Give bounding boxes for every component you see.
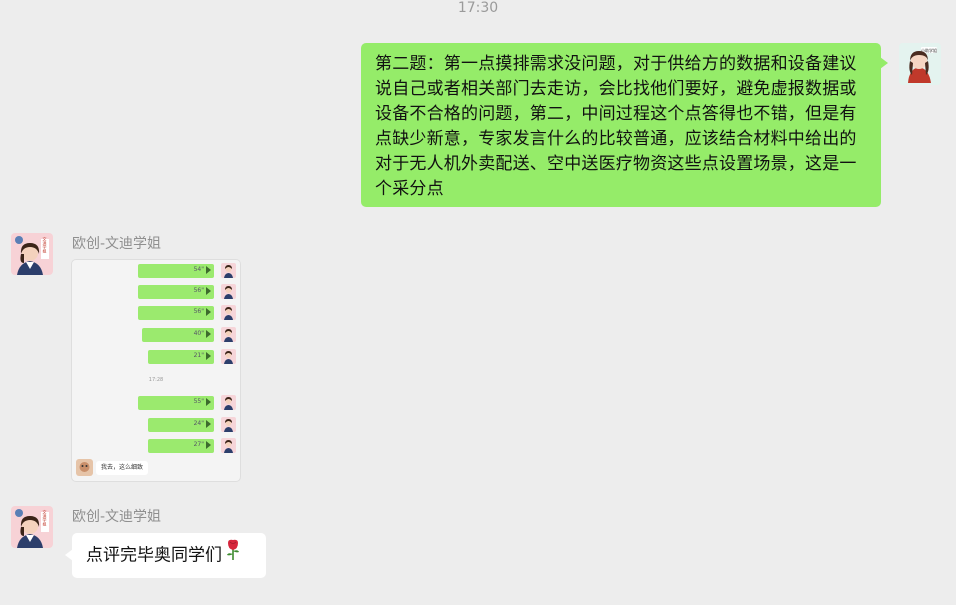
voice-duration: 56"	[193, 308, 204, 315]
mini-avatar-icon	[221, 417, 236, 432]
voice-wave-icon	[206, 352, 211, 360]
inner-timestamp: 17:28	[148, 377, 164, 383]
voice-message: 55"	[72, 395, 240, 411]
voice-wave-icon	[206, 420, 211, 428]
voice-message: 27"	[72, 438, 240, 454]
sender-avatar-label: 文迪学姐	[43, 509, 48, 527]
incoming-message-bubble[interactable]: 点评完毕奥同学们	[65, 533, 266, 578]
voice-wave-icon	[206, 398, 211, 406]
my-avatar[interactable]: 小助学姐	[899, 43, 941, 85]
girl-avatar-icon: 小助学姐	[899, 43, 941, 85]
voice-wave-icon	[206, 441, 211, 449]
voice-message: 24"	[72, 417, 240, 433]
mini-avatar-icon	[221, 438, 236, 453]
rose-emoji-icon	[224, 533, 242, 578]
voice-message: 21"	[72, 349, 240, 365]
mini-avatar-icon	[221, 327, 236, 342]
teacher-avatar-icon: 文迪学姐	[11, 506, 53, 548]
voice-duration: 54"	[193, 266, 204, 273]
voice-wave-icon	[206, 308, 211, 316]
incoming-message-text: 点评完毕奥同学们	[86, 545, 222, 566]
voice-message: 40"	[72, 327, 240, 343]
voice-wave-icon	[206, 330, 211, 338]
voice-duration: 56"	[193, 287, 204, 294]
outgoing-message-bubble[interactable]: 第二题：第一点摸排需求没问题，对于供给方的数据和设备建议说自己或者相关部门去走访…	[361, 43, 888, 207]
mini-avatar-icon	[221, 305, 236, 320]
teacher-avatar-icon: 文迪学姐	[11, 233, 53, 275]
voice-wave-icon	[206, 266, 211, 274]
mini-user-avatar-icon	[76, 459, 93, 476]
voice-duration: 21"	[193, 352, 204, 359]
voice-duration: 24"	[193, 420, 204, 427]
sender-avatar[interactable]: 文迪学姐	[11, 506, 53, 548]
mini-avatar-icon	[221, 349, 236, 364]
voice-message: 56"	[72, 305, 240, 321]
mini-avatar-icon	[221, 395, 236, 410]
voice-message: 56"	[72, 284, 240, 300]
voice-message: 54"	[72, 263, 240, 279]
message-timestamp: 17:30	[457, 0, 499, 16]
sender-name: 欧创-文迪学姐	[72, 509, 162, 525]
inner-caption: 我去，这么细致	[96, 461, 149, 475]
screenshot-image-message[interactable]: 54" 56" 56" 40" 21" 17:28 55" 24" 27" 我去…	[71, 259, 241, 482]
mini-avatar-icon	[221, 263, 236, 278]
sender-name: 欧创-文迪学姐	[72, 236, 162, 252]
sender-avatar-label: 文迪学姐	[43, 236, 48, 254]
voice-duration: 55"	[193, 398, 204, 405]
mini-avatar-icon	[221, 284, 236, 299]
voice-duration: 40"	[193, 330, 204, 337]
sender-avatar[interactable]: 文迪学姐	[11, 233, 53, 275]
voice-wave-icon	[206, 287, 211, 295]
chat-window: 17:30 第二题：第一点摸排需求没问题，对于供给方的数据和设备建议说自己或者相…	[0, 0, 956, 605]
voice-duration: 27"	[193, 441, 204, 448]
